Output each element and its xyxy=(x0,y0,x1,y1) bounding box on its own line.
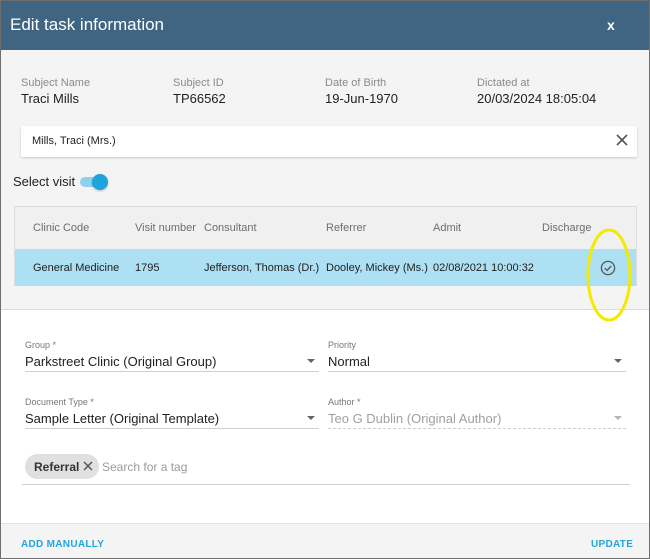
priority-select[interactable]: Priority Normal xyxy=(328,340,626,372)
subject-name-value: Traci Mills xyxy=(21,91,80,106)
table-row[interactable]: General Medicine 1795 Jefferson, Thomas … xyxy=(15,249,636,286)
document-type-label: Document Type * xyxy=(25,397,94,407)
subject-name-label: Subject Name xyxy=(21,77,91,89)
dictated-label: Dictated at xyxy=(477,77,530,89)
column-header-clinic-code: Clinic Code xyxy=(33,222,90,234)
cell-admit: 02/08/2021 10:00:32 xyxy=(433,262,534,274)
dob-block: Date of Birth 19-Jun-1970 xyxy=(325,77,398,106)
dropdown-arrow-icon xyxy=(614,416,622,420)
close-button[interactable]: x xyxy=(607,17,615,33)
subject-id-block: Subject ID TP66562 xyxy=(173,77,226,106)
group-select[interactable]: Group * Parkstreet Clinic (Original Grou… xyxy=(25,340,319,372)
dob-label: Date of Birth xyxy=(325,77,387,89)
document-type-select[interactable]: Document Type * Sample Letter (Original … xyxy=(25,397,319,429)
toggle-thumb xyxy=(92,174,108,190)
dialog-footer: ADD MANUALLY UPDATE xyxy=(1,523,649,558)
dictated-value: 20/03/2024 18:05:04 xyxy=(477,91,597,106)
select-visit-label: Select visit xyxy=(13,174,76,189)
author-value: Teo G Dublin (Original Author) xyxy=(328,411,502,426)
column-header-consultant: Consultant xyxy=(204,222,257,234)
column-header-referrer: Referrer xyxy=(326,222,367,234)
patient-select-value: Mills, Traci (Mrs.) xyxy=(32,135,116,147)
subject-id-value: TP66562 xyxy=(173,91,226,106)
dictated-block: Dictated at 20/03/2024 18:05:04 xyxy=(477,77,596,106)
tag-chip[interactable]: Referral xyxy=(25,454,99,479)
dropdown-arrow-icon xyxy=(614,359,622,363)
cell-clinic-code: General Medicine xyxy=(33,262,120,274)
priority-label: Priority xyxy=(328,340,357,350)
select-visit-toggle[interactable] xyxy=(80,174,108,190)
column-header-admit: Admit xyxy=(433,222,462,234)
visits-table: Clinic Code Visit number Consultant Refe… xyxy=(14,206,637,286)
column-header-discharge: Discharge xyxy=(542,222,592,234)
dialog-title: Edit task information xyxy=(10,15,165,34)
update-button[interactable]: UPDATE xyxy=(591,539,633,550)
priority-value: Normal xyxy=(328,354,370,369)
author-label: Author * xyxy=(328,397,361,407)
subject-name-block: Subject Name Traci Mills xyxy=(21,77,90,106)
column-header-visit-number: Visit number xyxy=(135,222,196,234)
cell-referrer: Dooley, Mickey (Ms.) xyxy=(326,262,428,274)
group-value: Parkstreet Clinic (Original Group) xyxy=(25,354,217,369)
clear-icon[interactable] xyxy=(615,133,629,147)
dropdown-arrow-icon xyxy=(307,359,315,363)
cell-visit-number: 1795 xyxy=(135,262,160,274)
dropdown-arrow-icon xyxy=(307,416,315,420)
remove-tag-icon[interactable] xyxy=(82,460,94,472)
tag-input-area: Referral xyxy=(22,451,630,485)
subject-panel: Subject Name Traci Mills Subject ID TP66… xyxy=(1,50,649,310)
add-manually-button[interactable]: ADD MANUALLY xyxy=(21,539,104,550)
highlight-ring xyxy=(586,228,632,322)
group-label: Group * xyxy=(25,340,57,350)
cell-consultant: Jefferson, Thomas (Dr.) xyxy=(204,262,320,274)
dialog-titlebar: Edit task information x xyxy=(1,1,649,50)
author-select: Author * Teo G Dublin (Original Author) xyxy=(328,397,626,429)
document-type-value: Sample Letter (Original Template) xyxy=(25,411,220,426)
patient-select[interactable]: Mills, Traci (Mrs.) xyxy=(21,126,637,157)
dob-value: 19-Jun-1970 xyxy=(325,91,398,106)
visits-table-header: Clinic Code Visit number Consultant Refe… xyxy=(15,207,636,249)
tag-search-input[interactable] xyxy=(102,460,402,474)
tag-chip-label: Referral xyxy=(34,460,80,474)
subject-id-label: Subject ID xyxy=(173,77,224,89)
edit-task-dialog: Edit task information x Subject Name Tra… xyxy=(0,0,650,559)
